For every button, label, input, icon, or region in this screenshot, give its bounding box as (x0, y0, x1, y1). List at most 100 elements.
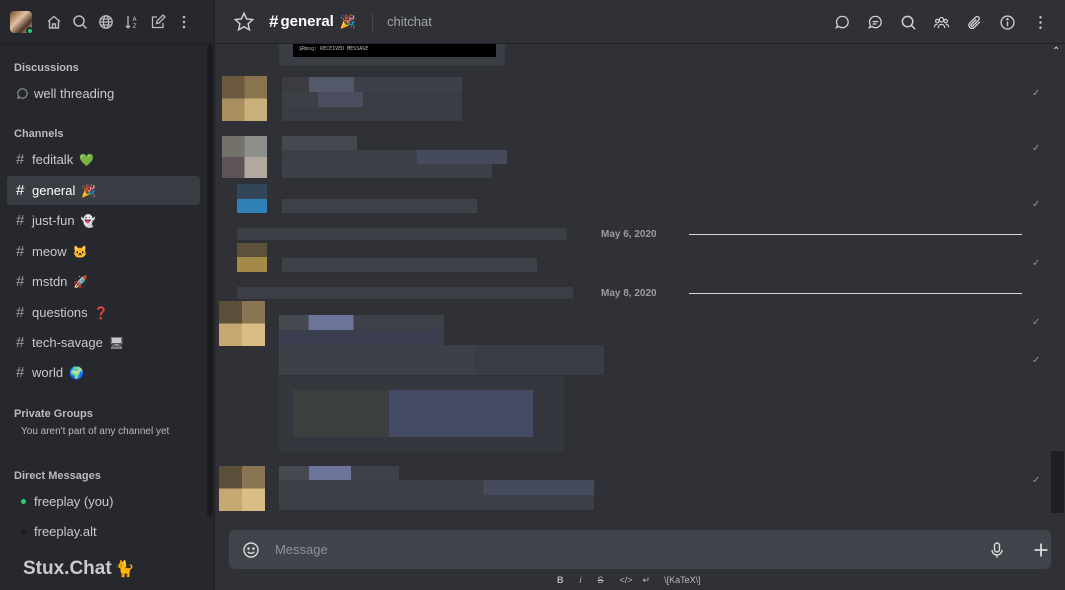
user-avatar[interactable] (237, 184, 267, 199)
user-avatar[interactable] (222, 136, 267, 178)
search-icon[interactable] (892, 10, 925, 34)
date-divider: May 6, 2020 (237, 227, 1027, 241)
date-line (688, 233, 1022, 235)
room-header: # general 🎉 chitchat (215, 0, 1065, 44)
brand-logo[interactable]: Stux.Chat 🐈 (23, 558, 135, 580)
emoji-icon[interactable] (241, 540, 261, 560)
user-avatar[interactable] (219, 301, 265, 346)
message-username[interactable] (282, 136, 357, 150)
header-divider (372, 11, 374, 32)
message-username[interactable] (279, 315, 444, 330)
message-image-attachment[interactable] (279, 376, 564, 451)
threads-icon[interactable] (826, 10, 859, 34)
svg-text:Z: Z (133, 23, 137, 30)
brand-name: Stux.Chat (23, 558, 112, 579)
date-label: May 6, 2020 (601, 228, 657, 240)
user-avatar-part (237, 199, 267, 213)
channel-emoji: 🖥 (108, 335, 125, 350)
read-check-icon: ✓ (1032, 88, 1041, 99)
message-composer (229, 530, 1051, 569)
user-avatar[interactable] (219, 466, 265, 511)
directory-globe-icon[interactable] (93, 9, 119, 35)
channel-emoji: 🎉 (81, 183, 97, 198)
microphone-icon[interactable] (987, 540, 1007, 560)
message-input[interactable] (274, 537, 964, 562)
search-icon[interactable] (67, 9, 93, 35)
channel-item-just-fun[interactable]: # just-fun 👻 (7, 206, 200, 235)
read-check-icon: ✓ (1032, 199, 1041, 210)
hash-icon: # (16, 273, 25, 290)
favorite-star-icon[interactable] (233, 11, 255, 33)
sidebar-toolbar: AZ (0, 0, 214, 44)
message-scrollbar[interactable]: ⌃ ⌄ (1050, 44, 1064, 517)
message-username[interactable] (279, 466, 399, 480)
message-list[interactable]: $Rmsg: RECEIVED MESSAGE ✓ ✓ ✓ May 6, 202… (215, 44, 1065, 517)
message-body (282, 258, 537, 272)
files-icon[interactable] (958, 10, 991, 34)
message-body (282, 92, 462, 107)
app-window: AZ Discussions well threading Channels #… (0, 0, 1065, 590)
discussion-item-well-threading[interactable]: well threading (7, 79, 200, 108)
header-actions (826, 10, 1057, 34)
message-attachment-console[interactable]: $Rmsg: RECEIVED MESSAGE (279, 44, 505, 66)
channel-item-meow[interactable]: # meow 🐱 (7, 237, 200, 266)
channel-item-mstdn[interactable]: # mstdn 🚀 (7, 267, 200, 296)
info-icon[interactable] (991, 10, 1024, 34)
scroll-up-icon[interactable]: ⌃ (1052, 46, 1060, 57)
dm-item-freeplay-you[interactable]: freeplay (you) (7, 487, 200, 516)
code-button[interactable]: </> (620, 575, 633, 585)
channel-item-questions[interactable]: # questions ❓ (7, 298, 200, 327)
user-avatar[interactable] (222, 76, 267, 121)
console-text: $Rmsg: RECEIVED MESSAGE (299, 46, 369, 52)
katex-button[interactable]: \[KaTeX\] (664, 575, 701, 585)
bold-button[interactable]: B (557, 575, 564, 585)
sidebar-kebab-icon[interactable] (171, 9, 197, 35)
channel-label: questions (32, 305, 88, 320)
private-groups-section-title: Private Groups (14, 408, 93, 420)
scroll-down-icon[interactable]: ⌄ (1052, 513, 1060, 517)
hash-icon: # (16, 364, 25, 381)
scrollbar-thumb[interactable] (1051, 451, 1064, 513)
read-check-icon: ✓ (1032, 475, 1041, 486)
dm-item-freeplay-alt[interactable]: freeplay.alt (7, 517, 200, 546)
channel-label: feditalk (32, 152, 74, 167)
strike-button[interactable]: S (598, 575, 604, 585)
kebab-icon[interactable] (1024, 10, 1057, 34)
discussion-icon[interactable] (859, 10, 892, 34)
add-attachment-icon[interactable] (1031, 540, 1051, 560)
channel-item-tech-savage[interactable]: # tech-savage 🖥 (7, 328, 200, 357)
channel-emoji: ❓ (93, 305, 109, 320)
cat-icon: 🐈 (114, 561, 135, 578)
channel-item-general[interactable]: # general 🎉 (7, 176, 200, 205)
channels-section-title: Channels (14, 128, 64, 140)
online-status-indicator (26, 26, 34, 35)
sidebar-scrollbar[interactable] (207, 44, 213, 517)
multiline-button[interactable]: ↵ (643, 575, 651, 586)
channel-label: general (32, 183, 76, 198)
console-screenshot: $Rmsg: RECEIVED MESSAGE (293, 44, 496, 57)
room-name: general (280, 13, 334, 30)
discussion-bubble-icon (16, 88, 28, 100)
channel-item-world[interactable]: # world 🌍 (7, 358, 200, 387)
message-body (282, 199, 477, 213)
members-icon[interactable] (925, 10, 958, 34)
read-check-icon: ✓ (1032, 143, 1041, 154)
room-title: # general 🎉 (269, 12, 356, 32)
italic-button[interactable]: i (580, 575, 582, 585)
format-toolbar: B i S </> ↵ \[KaTeX\] (557, 574, 717, 586)
sort-icon[interactable]: AZ (119, 9, 145, 35)
svg-text:A: A (133, 16, 138, 23)
user-avatar[interactable] (10, 10, 34, 35)
user-avatar[interactable] (237, 243, 267, 257)
channel-item-feditalk[interactable]: # feditalk 💚 (7, 145, 200, 174)
message-body (279, 480, 594, 495)
create-new-icon[interactable] (145, 9, 171, 35)
dm-status-dot (21, 499, 26, 504)
private-groups-empty-note: You aren't part of any channel yet (21, 426, 170, 437)
channel-emoji: 💚 (79, 152, 95, 167)
room-topic: chitchat (387, 14, 432, 29)
home-icon[interactable] (41, 9, 67, 35)
message-body (282, 164, 492, 178)
message-username[interactable] (282, 77, 462, 92)
hash-icon: # (16, 334, 25, 351)
